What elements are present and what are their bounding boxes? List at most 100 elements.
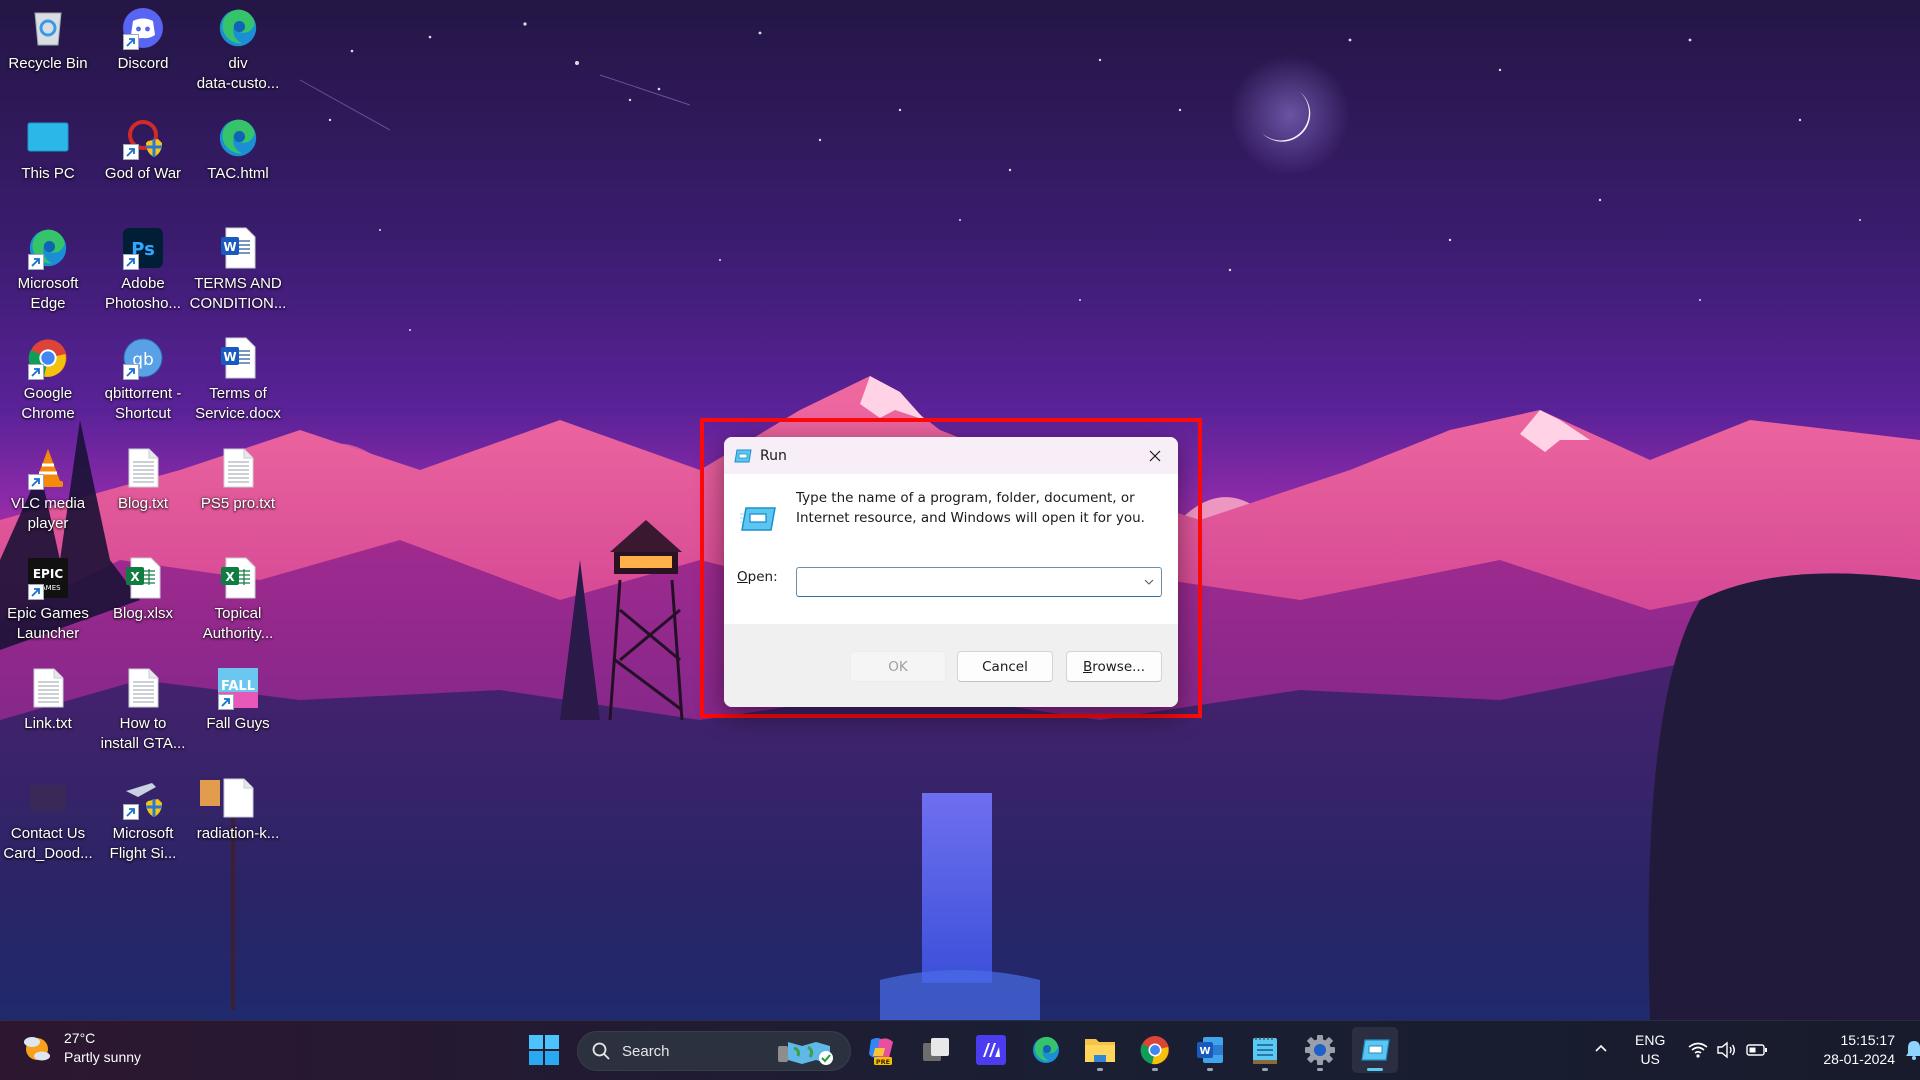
notification-bell-icon[interactable] xyxy=(1905,1040,1920,1060)
taskbar-chrome[interactable] xyxy=(1132,1027,1178,1073)
run-icon xyxy=(1361,1039,1390,1061)
browse-rest: rowse... xyxy=(1092,658,1146,675)
close-button[interactable] xyxy=(1132,437,1178,474)
desktop-icon[interactable]: PS5 pro.txt xyxy=(192,446,284,514)
desktop-icon-label: Blog.txt xyxy=(117,495,169,512)
desktop-icon[interactable]: Contact Us Card_Dood... xyxy=(2,776,94,864)
taskbar-word[interactable]: W xyxy=(1187,1027,1233,1073)
taskbar-search[interactable]: Search xyxy=(577,1031,851,1071)
desktop-icon[interactable]: Discord xyxy=(97,6,189,74)
browse-button[interactable]: Browse... xyxy=(1066,651,1162,682)
desktop-icon-label: Microsoft Flight Si... xyxy=(109,825,177,862)
desktop-icon[interactable]: Recycle Bin xyxy=(2,6,94,74)
desktop-icon[interactable]: div data-custo... xyxy=(192,6,284,94)
chrome-icon xyxy=(26,336,70,380)
desktop-icon-label: TAC.html xyxy=(207,165,269,182)
shortcut-arrow-icon xyxy=(28,474,44,490)
chrome-icon xyxy=(1140,1036,1169,1065)
svg-text:X: X xyxy=(225,570,235,584)
taskbar-run[interactable] xyxy=(1352,1027,1398,1073)
running-indicator xyxy=(1152,1068,1158,1071)
desktop-icon-label: Recycle Bin xyxy=(8,55,88,72)
windows-start-icon xyxy=(529,1035,559,1065)
taskbar-notepad[interactable] xyxy=(1242,1027,1288,1073)
notepad-icon xyxy=(1253,1037,1277,1064)
browse-accel: B xyxy=(1082,658,1093,675)
desktop-icon[interactable]: Link.txt xyxy=(2,666,94,734)
taskbar-motion-app[interactable] xyxy=(968,1027,1014,1073)
desktop-icon[interactable]: EPIC GAMES Epic Games Launcher xyxy=(2,556,94,644)
shortcut-arrow-icon xyxy=(28,584,44,600)
text-file-icon xyxy=(26,666,70,710)
desktop-icon[interactable]: Microsoft Flight Si... xyxy=(97,776,189,864)
blank-file-icon xyxy=(216,776,260,820)
desktop-icon[interactable]: Ps Adobe Photosho... xyxy=(97,226,189,314)
excel-file-icon: X xyxy=(121,556,165,600)
cancel-button[interactable]: Cancel xyxy=(957,651,1053,682)
battery-icon[interactable] xyxy=(1746,1043,1768,1057)
taskbar-file-explorer[interactable] xyxy=(1077,1027,1123,1073)
start-button[interactable] xyxy=(521,1027,567,1073)
clock[interactable]: 15:15:17 28-01-2024 xyxy=(1785,1031,1895,1069)
desktop-icon[interactable]: qb qbittorrent - Shortcut xyxy=(97,336,189,424)
svg-text:PRE: PRE xyxy=(876,1058,890,1066)
desktop-icon[interactable]: God of War xyxy=(97,116,189,184)
desktop-icon[interactable]: W Terms of Service.docx xyxy=(192,336,284,424)
desktop-icon-label: div data-custo... xyxy=(196,55,280,92)
run-dialog: Run Type the name of a program, folder, … xyxy=(724,437,1178,707)
svg-text:W: W xyxy=(1199,1046,1210,1057)
desktop-icon-label: Microsoft Edge xyxy=(17,275,79,312)
desktop-icon-label: Discord xyxy=(117,55,169,72)
desktop-icon[interactable]: X Blog.xlsx xyxy=(97,556,189,624)
motion-app-icon xyxy=(976,1035,1006,1065)
epic-games-icon: EPIC GAMES xyxy=(26,556,70,600)
desktop-icon[interactable]: W TERMS AND CONDITION... xyxy=(190,226,286,314)
desktop-icon-label: PS5 pro.txt xyxy=(200,495,276,512)
desktop-icon-label: Contact Us Card_Dood... xyxy=(3,825,93,862)
shortcut-arrow-icon xyxy=(123,144,139,160)
taskbar-edge[interactable] xyxy=(1023,1027,1069,1073)
search-icon xyxy=(592,1042,610,1060)
desktop-icon[interactable]: How to install GTA... xyxy=(97,666,189,754)
taskbar-copilot[interactable]: PRE xyxy=(858,1027,904,1073)
shortcut-arrow-icon xyxy=(123,34,139,50)
open-label: Open: xyxy=(737,569,778,585)
search-highlight-map-icon xyxy=(778,1042,833,1065)
weather-widget[interactable]: 27°C Partly sunny xyxy=(20,1029,141,1067)
open-input[interactable] xyxy=(797,568,1137,596)
dropdown-button[interactable] xyxy=(1137,579,1161,585)
fall-guys-icon: FALL xyxy=(216,666,260,710)
taskbar-task-view[interactable] xyxy=(913,1027,959,1073)
chevron-up-icon[interactable] xyxy=(1594,1043,1608,1053)
desktop-icon[interactable]: X Topical Authority... xyxy=(192,556,284,644)
edge-icon xyxy=(1033,1036,1059,1063)
desktop-icon[interactable]: Microsoft Edge xyxy=(2,226,94,314)
image-file-icon xyxy=(26,776,70,820)
desktop-icon[interactable]: FALL Fall Guys xyxy=(192,666,284,734)
copilot-icon: PRE xyxy=(869,1038,893,1066)
desktop-icon[interactable]: VLC media player xyxy=(2,446,94,534)
desktop-icon-label: Fall Guys xyxy=(206,715,270,732)
ok-button[interactable]: OK xyxy=(850,651,946,682)
run-title-bar[interactable]: Run xyxy=(724,437,1178,474)
desktop-icon[interactable]: radiation-k... xyxy=(192,776,284,844)
desktop-icon-label: Topical Authority... xyxy=(202,605,274,642)
shortcut-arrow-icon xyxy=(218,694,234,710)
language-indicator[interactable]: ENG US xyxy=(1635,1031,1665,1069)
desktop-icon-label: Blog.xlsx xyxy=(112,605,174,622)
volume-icon[interactable] xyxy=(1716,1041,1736,1059)
taskbar-settings[interactable] xyxy=(1297,1027,1343,1073)
svg-text:EPIC: EPIC xyxy=(33,567,63,581)
desktop-icon-label: God of War xyxy=(104,165,182,182)
partly-sunny-icon xyxy=(24,1037,50,1061)
desktop-icon[interactable]: This PC xyxy=(2,116,94,184)
shortcut-arrow-icon xyxy=(123,364,139,380)
open-combobox[interactable] xyxy=(796,567,1162,597)
wifi-icon[interactable] xyxy=(1688,1042,1708,1058)
desktop-icon[interactable]: Blog.txt xyxy=(97,446,189,514)
run-title: Run xyxy=(760,447,787,464)
open-label-rest: pen: xyxy=(747,569,778,585)
text-file-icon xyxy=(216,446,260,490)
desktop-icon[interactable]: Google Chrome xyxy=(2,336,94,424)
desktop-icon[interactable]: TAC.html xyxy=(192,116,284,184)
